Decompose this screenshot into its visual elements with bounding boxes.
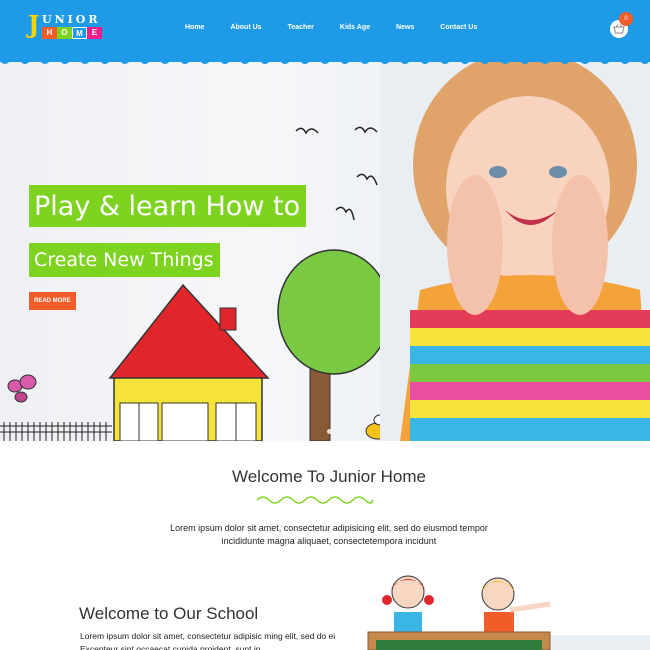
logo-blocks: H O M E	[42, 27, 102, 39]
hero-headline-line1: Play & learn How to	[29, 185, 307, 227]
nav-item-contact-us[interactable]: Contact Us	[440, 24, 477, 31]
hero-girl-photo	[380, 60, 650, 441]
hero-headline-line2: Create New Things	[29, 243, 220, 277]
read-more-button[interactable]: READ MORE	[29, 292, 76, 310]
nav-item-news[interactable]: News	[396, 24, 414, 31]
nav-item-home[interactable]: Home	[185, 24, 204, 31]
cart-count-badge: 0	[619, 12, 633, 26]
welcome-description: Lorem ipsum dolor sit amet, consectetur …	[170, 523, 488, 546]
logo-block-m: M	[72, 27, 87, 39]
header-wave-border	[0, 55, 650, 64]
school-section-title: Welcome to Our School	[79, 604, 259, 623]
nav-item-about-us[interactable]: About Us	[230, 24, 261, 31]
site-header: J UNIOR H O M E Home About Us Teacher Ki…	[0, 0, 650, 62]
logo-block-o: O	[57, 27, 72, 39]
butterfly-drawing	[7, 374, 37, 403]
main-nav: Home About Us Teacher Kids Age News Cont…	[185, 24, 503, 31]
fence-drawing	[0, 422, 112, 441]
page: J UNIOR H O M E Home About Us Teacher Ki…	[0, 0, 650, 650]
logo-block-h: H	[42, 27, 57, 39]
birds-drawing	[295, 126, 378, 221]
house-drawing	[108, 283, 270, 441]
squiggle-divider	[256, 496, 374, 504]
tree-drawing	[277, 249, 391, 441]
logo-block-e: E	[87, 27, 102, 39]
school-section-text: Lorem ipsum dolor sit amet, consectetur …	[80, 631, 336, 650]
hero-slider: Play & learn How to Create New Things RE…	[0, 60, 650, 441]
slider-dots	[327, 429, 336, 434]
site-logo[interactable]: J UNIOR H O M E	[28, 10, 108, 42]
nav-item-teacher[interactable]: Teacher	[288, 24, 314, 31]
cart-button[interactable]: 0	[610, 12, 633, 38]
slider-dot[interactable]	[327, 429, 332, 434]
logo-initial: J	[28, 10, 40, 39]
nav-item-kids-age[interactable]: Kids Age	[340, 24, 370, 31]
welcome-title: Welcome To Junior Home	[231, 467, 426, 486]
logo-word: UNIOR	[42, 13, 101, 26]
kids-chalkboard-illustration	[367, 575, 650, 650]
